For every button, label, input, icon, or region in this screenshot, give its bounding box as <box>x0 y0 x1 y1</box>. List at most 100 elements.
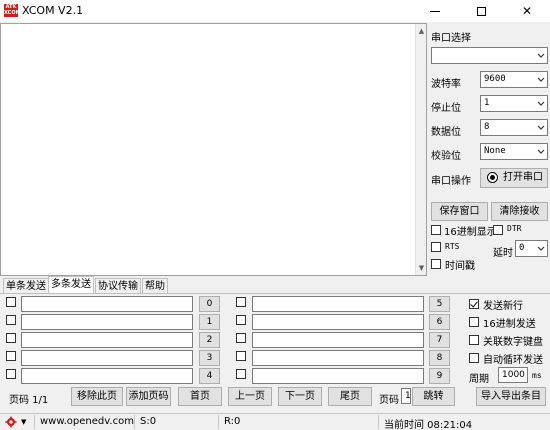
row-8-input[interactable] <box>252 350 424 366</box>
chevron-down-icon <box>537 125 545 130</box>
data-bits-select[interactable]: 8 <box>480 119 548 136</box>
row-2-input[interactable] <box>21 332 193 348</box>
hex-send-checkbox[interactable] <box>469 317 479 327</box>
row-6-input[interactable] <box>252 314 424 330</box>
page-number-input[interactable]: 1 <box>401 388 411 404</box>
send-button-1[interactable]: 1 <box>199 314 220 330</box>
tab-help[interactable]: 帮助 <box>142 278 168 294</box>
row-0-checkbox[interactable] <box>6 297 16 307</box>
hex-send-label: 16进制发送 <box>483 319 536 330</box>
jump-button[interactable]: 跳转 <box>412 387 455 406</box>
scroll-down-icon[interactable]: ▼ <box>417 263 426 273</box>
tab-protocol[interactable]: 协议传输 <box>95 278 141 294</box>
row-2-checkbox[interactable] <box>6 333 16 343</box>
send-button-9[interactable]: 9 <box>429 368 450 384</box>
open-port-label: 打开串口 <box>503 172 543 183</box>
port-operation-label: 串口操作 <box>431 176 471 187</box>
tab-single-send[interactable]: 单条发送 <box>3 278 49 294</box>
period-label: 周期 <box>469 374 489 385</box>
send-button-3[interactable]: 3 <box>199 350 220 366</box>
app-logo-icon: ATK XCOM <box>4 4 21 17</box>
title-bar: ATK XCOM XCOM V2.1 ✕ <box>0 0 550 22</box>
baud-select[interactable]: 9600 <box>480 71 548 88</box>
page-info: 页码 1/1 <box>9 395 49 406</box>
hex-display-label: 16进制显示 <box>444 227 497 238</box>
send-button-5[interactable]: 5 <box>429 296 450 312</box>
chevron-down-icon <box>537 53 545 58</box>
period-input[interactable]: 1000 <box>498 367 528 383</box>
row-4-input[interactable] <box>21 368 193 384</box>
send-button-6[interactable]: 6 <box>429 314 450 330</box>
row-4-checkbox[interactable] <box>6 369 16 379</box>
row-3-checkbox[interactable] <box>6 351 16 361</box>
row-7-checkbox[interactable] <box>236 333 246 343</box>
clear-receive-button[interactable]: 清除接收 <box>491 202 548 221</box>
row-8-checkbox[interactable] <box>236 351 246 361</box>
next-page-button[interactable]: 下一页 <box>278 387 322 406</box>
dtr-checkbox[interactable] <box>493 225 503 235</box>
prev-page-button[interactable]: 上一页 <box>228 387 272 406</box>
scroll-up-icon[interactable]: ▲ <box>417 26 426 36</box>
row-6-checkbox[interactable] <box>236 315 246 325</box>
maximize-button[interactable] <box>458 0 504 22</box>
numeric-keypad-checkbox[interactable] <box>469 335 479 345</box>
chevron-down-icon <box>537 246 545 251</box>
port-select-label: 串口选择 <box>431 33 471 44</box>
minimize-button[interactable] <box>412 0 458 22</box>
row-9-checkbox[interactable] <box>236 369 246 379</box>
row-5-checkbox[interactable] <box>236 297 246 307</box>
port-status-icon <box>487 172 498 183</box>
period-unit: ms <box>532 371 542 380</box>
settings-dropdown-icon[interactable]: ▼ <box>21 418 26 426</box>
row-3-input[interactable] <box>21 350 193 366</box>
maximize-icon <box>476 6 486 16</box>
send-button-4[interactable]: 4 <box>199 368 220 384</box>
auto-loop-checkbox[interactable] <box>469 353 479 363</box>
receive-scrollbar[interactable]: ▲ ▼ <box>415 24 426 275</box>
import-export-button[interactable]: 导入导出条目 <box>476 387 546 406</box>
status-bar: ▼ www.openedv.com S:0 R:0 当前时间 08:21:04 <box>0 413 550 430</box>
parity-select[interactable]: None <box>480 143 548 160</box>
website-link[interactable]: www.openedv.com <box>40 416 134 427</box>
row-5-input[interactable] <box>252 296 424 312</box>
send-button-0[interactable]: 0 <box>199 296 220 312</box>
stop-bits-select[interactable]: 1 <box>480 95 548 112</box>
first-page-button[interactable]: 首页 <box>178 387 222 406</box>
close-button[interactable]: ✕ <box>504 0 550 22</box>
chevron-down-icon <box>537 77 545 82</box>
sent-count: S:0 <box>140 416 157 427</box>
rts-label: RTS <box>445 242 460 251</box>
close-icon: ✕ <box>521 4 533 18</box>
send-button-2[interactable]: 2 <box>199 332 220 348</box>
timestamp-label: 时间戳 <box>445 261 475 272</box>
send-newline-checkbox[interactable] <box>469 299 479 309</box>
port-select[interactable] <box>431 47 548 64</box>
row-0-input[interactable] <box>21 296 193 312</box>
save-window-button[interactable]: 保存窗口 <box>431 202 488 221</box>
receive-textarea[interactable]: ▲ ▼ <box>0 23 427 276</box>
open-port-button[interactable]: 打开串口 <box>480 168 548 188</box>
row-1-checkbox[interactable] <box>6 315 16 325</box>
remove-page-button[interactable]: 移除此页 <box>71 387 123 406</box>
row-9-input[interactable] <box>252 368 424 384</box>
send-button-8[interactable]: 8 <box>429 350 450 366</box>
page-number-label: 页码 <box>379 395 399 406</box>
hex-display-checkbox[interactable] <box>431 225 441 235</box>
auto-loop-label: 自动循环发送 <box>483 355 543 366</box>
delay-select[interactable]: 0 <box>515 240 548 257</box>
row-1-input[interactable] <box>21 314 193 330</box>
numeric-keypad-label: 关联数字键盘 <box>483 337 543 348</box>
baud-label: 波特率 <box>431 79 461 90</box>
add-page-button[interactable]: 添加页码 <box>126 387 171 406</box>
received-count: R:0 <box>224 416 241 427</box>
gear-icon[interactable] <box>5 416 17 428</box>
timestamp-checkbox[interactable] <box>431 259 441 269</box>
stop-bits-label: 停止位 <box>431 103 461 114</box>
last-page-button[interactable]: 尾页 <box>328 387 372 406</box>
dtr-label: DTR <box>507 224 522 233</box>
tab-multi-send[interactable]: 多条发送 <box>48 276 94 294</box>
row-7-input[interactable] <box>252 332 424 348</box>
rts-checkbox[interactable] <box>431 242 441 252</box>
send-button-7[interactable]: 7 <box>429 332 450 348</box>
send-newline-label: 发送新行 <box>483 301 523 312</box>
